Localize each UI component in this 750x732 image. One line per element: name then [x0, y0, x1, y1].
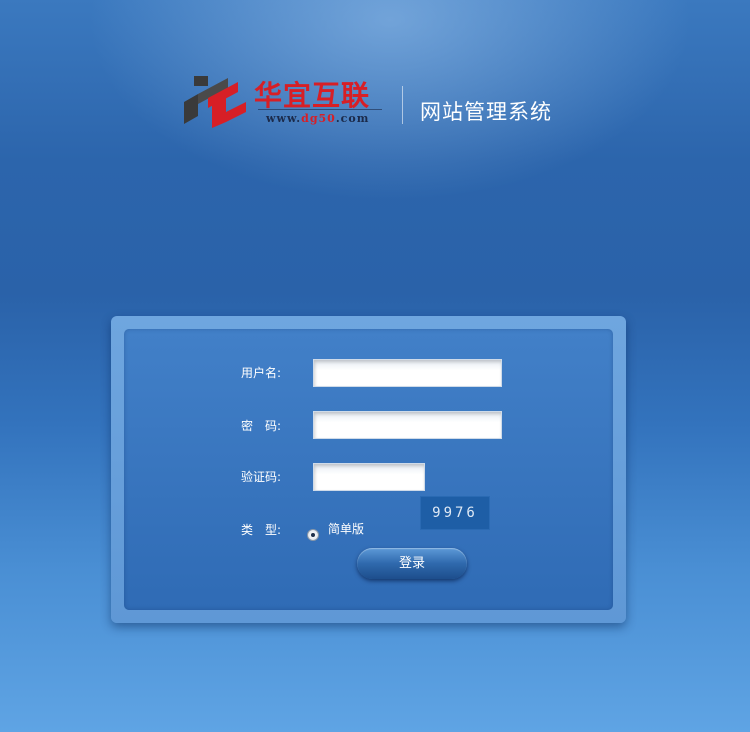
type-simple-label[interactable]: 简单版 — [328, 520, 364, 537]
brand-url-suffix: .com — [335, 112, 370, 125]
brand-url-highlight: dg50 — [301, 112, 336, 125]
captcha-input[interactable] — [313, 463, 425, 491]
password-label: 密 码: — [241, 419, 282, 433]
header-divider — [402, 86, 403, 124]
username-input[interactable] — [313, 359, 502, 387]
header: 华宜互联 www.dg50.com 网站管理系统 — [182, 70, 572, 130]
system-title: 网站管理系统 — [420, 100, 552, 124]
captcha-label: 验证码: — [241, 470, 282, 484]
brand-url-prefix: www. — [266, 112, 302, 125]
brand-url: www.dg50.com — [266, 112, 369, 125]
brand-url-divider — [258, 109, 382, 110]
captcha-image[interactable]: 9976 — [420, 496, 490, 530]
password-input[interactable] — [313, 411, 502, 439]
type-label: 类 型: — [241, 523, 282, 537]
username-label: 用户名: — [241, 366, 282, 380]
brand-logo-icon — [184, 76, 246, 128]
login-button[interactable]: 登录 — [357, 548, 467, 579]
type-simple-radio[interactable] — [307, 529, 319, 541]
brand-name: 华宜互联 — [254, 79, 371, 112]
